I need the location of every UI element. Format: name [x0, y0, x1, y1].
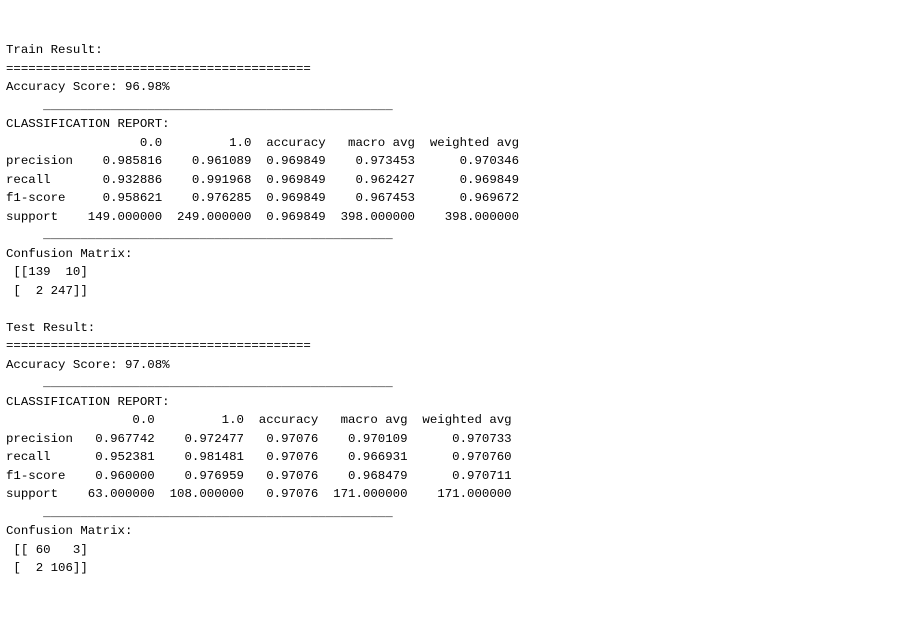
train-underline-2: ________________________________________… [6, 228, 393, 242]
test-underline-1: ________________________________________… [6, 376, 393, 390]
test-cr-recall: recall 0.952381 0.981481 0.97076 0.96693… [6, 450, 512, 464]
test-cr-header: 0.0 1.0 accuracy macro avg weighted avg [6, 413, 512, 427]
train-cm-title: Confusion Matrix: [6, 247, 140, 261]
test-underline-2: ________________________________________… [6, 506, 393, 520]
train-cr-precision: precision 0.985816 0.961089 0.969849 0.9… [6, 154, 519, 168]
train-cr-header: 0.0 1.0 accuracy macro avg weighted avg [6, 136, 519, 150]
test-cm-row1: [[ 60 3] [6, 543, 88, 557]
test-cm-title: Confusion Matrix: [6, 524, 140, 538]
test-cr-precision: precision 0.967742 0.972477 0.97076 0.97… [6, 432, 512, 446]
test-cr-title: CLASSIFICATION REPORT: [6, 395, 170, 409]
train-cm-row1: [[139 10] [6, 265, 88, 279]
test-title: Test Result: [6, 321, 95, 335]
train-cm-row2: [ 2 247]] [6, 284, 88, 298]
test-accuracy: Accuracy Score: 97.08% [6, 358, 170, 372]
train-cr-recall: recall 0.932886 0.991968 0.969849 0.9624… [6, 173, 519, 187]
train-cr-title: CLASSIFICATION REPORT: [6, 117, 170, 131]
train-underline-1: ________________________________________… [6, 99, 393, 113]
train-title: Train Result: [6, 43, 103, 57]
test-divider: ========================================… [6, 339, 311, 353]
test-cr-support: support 63.000000 108.000000 0.97076 171… [6, 487, 512, 501]
train-divider: ========================================… [6, 62, 311, 76]
train-cr-support: support 149.000000 249.000000 0.969849 3… [6, 210, 519, 224]
test-cr-f1: f1-score 0.960000 0.976959 0.97076 0.968… [6, 469, 512, 483]
test-cm-row2: [ 2 106]] [6, 561, 88, 575]
train-cr-f1: f1-score 0.958621 0.976285 0.969849 0.96… [6, 191, 519, 205]
train-accuracy: Accuracy Score: 96.98% [6, 80, 170, 94]
